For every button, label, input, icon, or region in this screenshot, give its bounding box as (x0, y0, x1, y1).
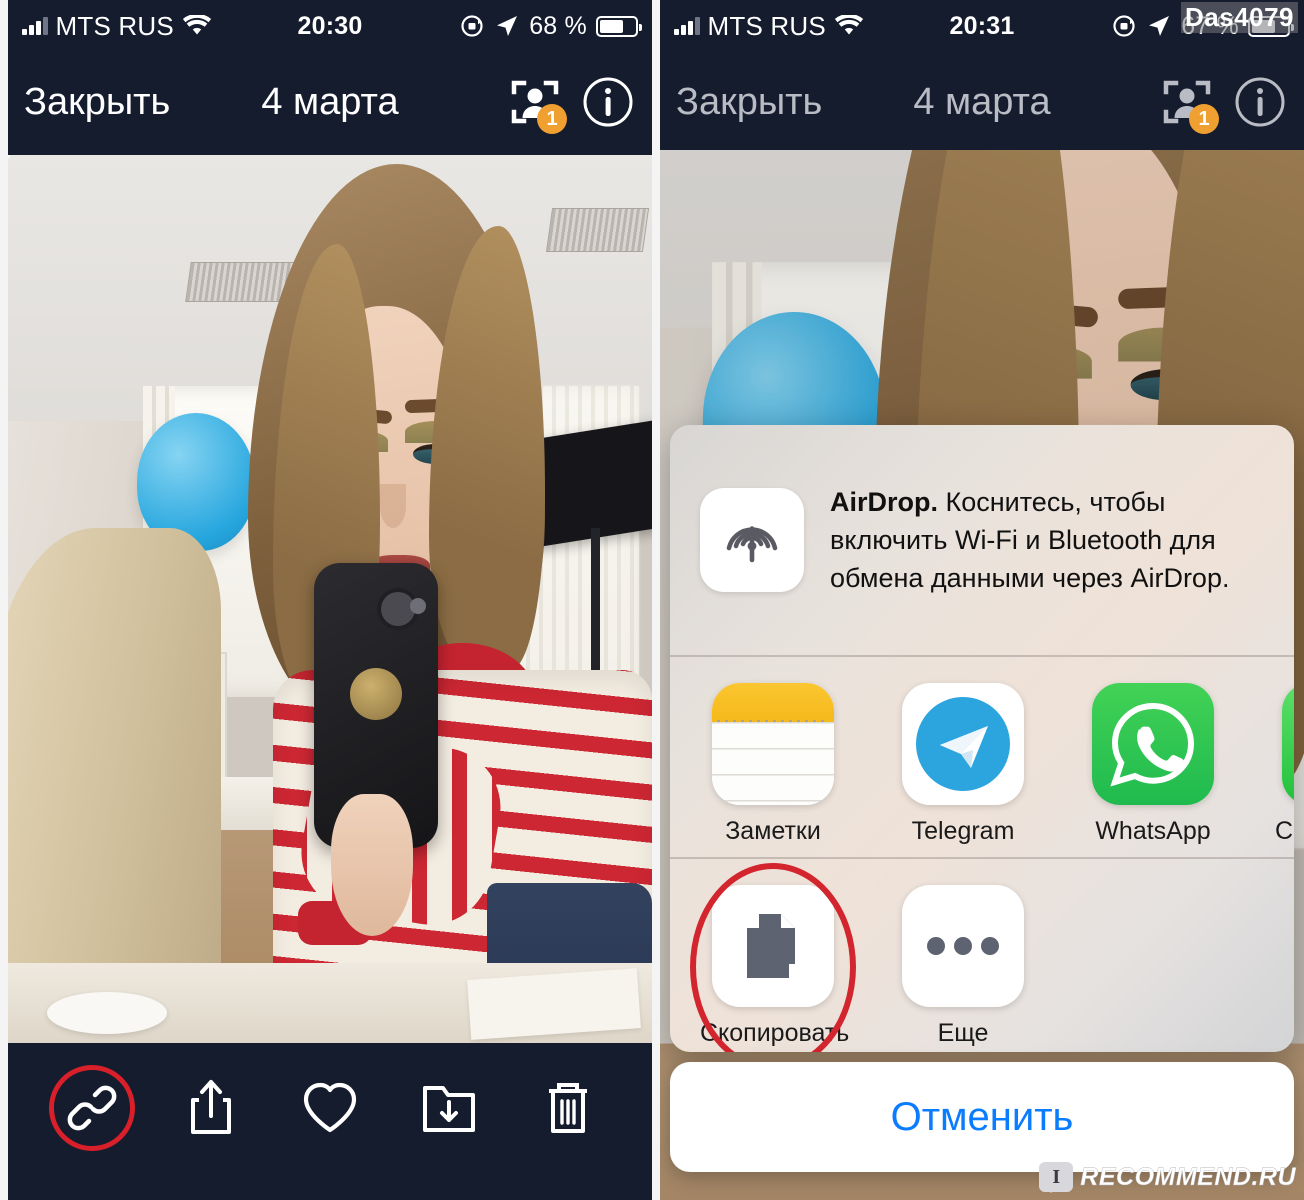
photo-content (8, 155, 652, 1043)
share-apps-row: Заметки Telegram WhatsApp С (670, 657, 1294, 857)
share-app-telegram[interactable]: Telegram (890, 683, 1036, 845)
info-circle-icon[interactable] (582, 76, 634, 128)
app-label: Сообщение (1274, 817, 1294, 845)
action-label: Еще (937, 1019, 989, 1047)
highlight-ring-copy (690, 863, 856, 1052)
share-app-notes[interactable]: Заметки (700, 683, 846, 845)
battery-percent-label: 68 % (529, 11, 587, 40)
trash-icon[interactable] (533, 1073, 603, 1143)
status-bar-right-group: 68 % (459, 11, 642, 41)
save-icon[interactable] (414, 1073, 484, 1143)
location-arrow-icon (497, 16, 518, 36)
photo-viewer-left[interactable] (8, 155, 652, 1043)
recommend-logo-mark: I (1039, 1162, 1074, 1193)
nav-bar-left: Закрыть 4 марта 1 (8, 52, 652, 152)
faces-badge-count: 1 (1189, 104, 1219, 134)
app-label: Telegram (911, 817, 1015, 845)
link-icon[interactable] (44, 1060, 139, 1155)
whatsapp-app-icon (1092, 683, 1214, 805)
heart-icon[interactable] (295, 1073, 365, 1143)
phone-screen-right: MTS RUS 20:31 67 % (660, 0, 1304, 1200)
airdrop-section[interactable]: AirDrop. Коснитесь, чтобы включить Wi-Fi… (670, 425, 1294, 655)
share-icon[interactable] (176, 1073, 246, 1143)
airdrop-title: AirDrop. (830, 486, 938, 517)
nav-right-group: 1 (510, 76, 634, 134)
airdrop-icon[interactable] (700, 488, 804, 592)
phone-screen-left: MTS RUS 20:30 68 % Закрыть 4 марта 1 (8, 0, 652, 1200)
faces-badge-count: 1 (537, 104, 567, 134)
airdrop-description: AirDrop. Коснитесь, чтобы включить Wi-Fi… (830, 483, 1264, 598)
people-scan-icon[interactable]: 1 (1162, 77, 1219, 134)
highlight-ring-link (44, 1060, 139, 1155)
nav-bar-right: Закрыть 4 марта 1 (660, 52, 1304, 152)
nav-right-group: 1 (1162, 76, 1286, 134)
recommend-logo-text: RECOMMEND.RU (1080, 1162, 1296, 1191)
info-circle-icon[interactable] (1234, 76, 1286, 128)
rotation-lock-icon (461, 15, 483, 37)
messages-app-icon (1282, 683, 1294, 805)
share-app-messages[interactable]: Сообщение (1270, 683, 1294, 845)
photo-toolbar (8, 1043, 652, 1200)
location-arrow-icon (1149, 16, 1170, 36)
share-action-more[interactable]: Еще (890, 885, 1036, 1047)
more-dots-icon (902, 885, 1024, 1007)
status-bar-left: MTS RUS 20:30 68 % (8, 0, 652, 52)
share-action-copy[interactable]: Скопировать (690, 863, 856, 1052)
screenshot-root: MTS RUS 20:30 68 % Закрыть 4 марта 1 MTS… (0, 0, 1304, 1200)
battery-icon (596, 15, 642, 37)
recommend-watermark: I RECOMMEND.RU (1039, 1162, 1296, 1193)
telegram-app-icon (902, 683, 1024, 805)
share-app-whatsapp[interactable]: WhatsApp (1080, 683, 1226, 845)
cancel-button[interactable]: Отменить (670, 1062, 1294, 1172)
app-label: Заметки (725, 817, 821, 845)
people-scan-icon[interactable]: 1 (510, 77, 567, 134)
rotation-lock-icon (1113, 15, 1135, 37)
share-sheet: AirDrop. Коснитесь, чтобы включить Wi-Fi… (670, 425, 1294, 1052)
user-watermark: Das4079 (1180, 2, 1298, 33)
share-actions-row: Скопировать Еще (670, 859, 1294, 1052)
app-label: WhatsApp (1095, 817, 1211, 845)
notes-app-icon (712, 683, 834, 805)
